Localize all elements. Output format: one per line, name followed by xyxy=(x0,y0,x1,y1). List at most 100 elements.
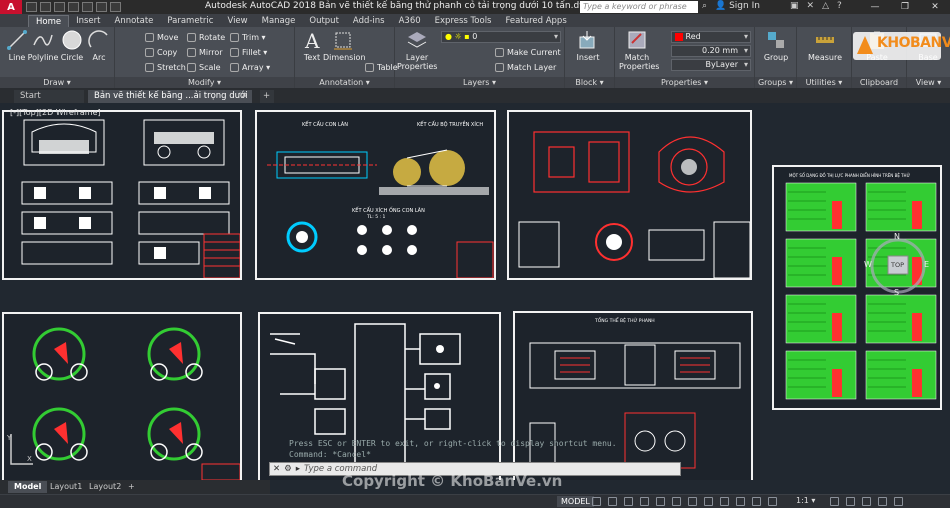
new-icon[interactable] xyxy=(26,2,37,12)
viewcube[interactable]: N S W E TOP xyxy=(864,232,930,298)
dimension-button[interactable]: Dimension xyxy=(323,29,366,62)
fillet-button[interactable]: Fillet ▾ xyxy=(230,46,267,58)
close-tab-icon[interactable]: ✕ xyxy=(241,90,248,103)
tab-add-layout[interactable]: + xyxy=(122,481,141,493)
save-icon[interactable] xyxy=(54,2,65,12)
drawing-sheet-2[interactable]: KẾT CẤU CON LĂN KẾT CẤU BỘ TRUYỀN XÍCH K… xyxy=(255,110,496,280)
make-current-button[interactable]: Make Current xyxy=(495,46,561,58)
array-button[interactable]: Array ▾ xyxy=(230,61,270,73)
cart-icon[interactable]: ▣ xyxy=(790,1,799,11)
search-input[interactable]: Type a keyword or phrase xyxy=(580,1,698,13)
tab-output[interactable]: Output xyxy=(302,15,346,27)
autocad-logo-button[interactable]: A xyxy=(0,0,22,14)
redo-icon[interactable] xyxy=(110,2,121,12)
transparency-icon[interactable] xyxy=(704,497,713,506)
measure-button[interactable]: Measure xyxy=(807,29,843,62)
sign-in-button[interactable]: 👤 Sign In xyxy=(715,1,760,11)
customize-icon[interactable] xyxy=(894,497,903,506)
wrench-icon[interactable]: ⚙ xyxy=(284,464,292,474)
modify-group-title[interactable]: Modify ▾ xyxy=(115,77,294,88)
isolate-icon[interactable] xyxy=(846,497,855,506)
annotation-scale-icon[interactable] xyxy=(768,497,777,506)
stretch-button[interactable]: Stretch xyxy=(145,61,186,73)
search-icon[interactable]: ⌕ xyxy=(702,1,707,11)
insert-button[interactable]: Insert xyxy=(573,29,603,62)
annotation-group-title[interactable]: Annotation ▾ xyxy=(295,77,394,88)
tab-model[interactable]: Model xyxy=(8,481,48,493)
tab-insert[interactable]: Insert xyxy=(69,15,107,27)
clipboard-group-title[interactable]: Clipboard xyxy=(852,77,906,88)
hardware-acceleration-icon[interactable] xyxy=(862,497,871,506)
block-group-title[interactable]: Block ▾ xyxy=(565,77,614,88)
annotation-visibility-icon[interactable] xyxy=(736,497,745,506)
color-dropdown[interactable]: Red xyxy=(671,31,751,43)
tab-home[interactable]: Home xyxy=(28,15,70,27)
selection-cycling-icon[interactable] xyxy=(720,497,729,506)
table-button[interactable]: Table xyxy=(365,61,398,73)
print-icon[interactable] xyxy=(82,2,93,12)
lineweight-icon[interactable] xyxy=(688,497,697,506)
tab-parametric[interactable]: Parametric xyxy=(160,15,220,27)
model-space-button[interactable]: MODEL xyxy=(557,496,594,507)
polar-icon[interactable] xyxy=(640,497,649,506)
close-command-icon[interactable]: ✕ xyxy=(273,464,280,474)
help-icon[interactable]: ? xyxy=(837,1,842,11)
tab-annotate[interactable]: Annotate xyxy=(108,15,161,27)
tab-a360[interactable]: A360 xyxy=(392,15,428,27)
match-properties-button[interactable]: Match Properties xyxy=(619,29,659,71)
tab-featured-apps[interactable]: Featured Apps xyxy=(499,15,574,27)
viewport-controls[interactable]: [-][Top][2D Wireframe] xyxy=(10,108,101,117)
polyline-button[interactable]: Polyline xyxy=(26,29,60,62)
tab-view[interactable]: View xyxy=(220,15,254,27)
match-layer-button[interactable]: Match Layer xyxy=(495,61,556,73)
annotation-scale[interactable]: 1:1 ▾ xyxy=(796,496,815,505)
viewcube-top-face[interactable]: TOP xyxy=(891,261,904,269)
drawing-sheet-1[interactable] xyxy=(2,110,242,280)
layer-dropdown[interactable]: ● ☼ ▪ 0 xyxy=(441,31,561,43)
trim-button[interactable]: Trim ▾ xyxy=(230,31,266,43)
tab-add-ins[interactable]: Add-ins xyxy=(346,15,392,27)
maximize-button[interactable]: ❐ xyxy=(890,0,920,14)
arc-button[interactable]: Arc xyxy=(84,29,114,62)
viewcube-east[interactable]: E xyxy=(924,260,929,269)
utilities-group-title[interactable]: Utilities ▾ xyxy=(797,77,851,88)
linetype-dropdown[interactable]: ByLayer xyxy=(671,59,751,71)
viewcube-south[interactable]: S xyxy=(894,288,899,297)
otrack-icon[interactable] xyxy=(672,497,681,506)
viewcube-west[interactable]: W xyxy=(864,260,872,269)
save-as-icon[interactable] xyxy=(68,2,79,12)
ortho-icon[interactable] xyxy=(624,497,633,506)
copy-button[interactable]: Copy xyxy=(145,46,177,58)
mirror-button[interactable]: Mirror xyxy=(187,46,223,58)
draw-group-title[interactable]: Draw ▾ xyxy=(0,77,114,88)
layer-properties-button[interactable]: Layer Properties xyxy=(397,29,437,71)
scale-button[interactable]: Scale xyxy=(187,61,221,73)
tab-express-tools[interactable]: Express Tools xyxy=(428,15,499,27)
connect-icon[interactable]: △ xyxy=(822,1,829,11)
group-button[interactable]: Group xyxy=(761,29,791,62)
tab-manage[interactable]: Manage xyxy=(255,15,303,27)
drawing-canvas[interactable]: KẾT CẤU CON LĂN KẾT CẤU BỘ TRUYỀN XÍCH K… xyxy=(0,103,950,480)
rotate-button[interactable]: Rotate xyxy=(187,31,225,43)
layers-group-title[interactable]: Layers ▾ xyxy=(395,77,564,88)
viewcube-north[interactable]: N xyxy=(894,232,900,241)
workspace-icon[interactable] xyxy=(752,497,761,506)
close-button[interactable]: ✕ xyxy=(920,0,950,14)
clean-screen-icon[interactable] xyxy=(878,497,887,506)
groups-group-title[interactable]: Groups ▾ xyxy=(755,77,796,88)
undo-icon[interactable] xyxy=(96,2,107,12)
grid-icon[interactable] xyxy=(592,497,601,506)
open-icon[interactable] xyxy=(40,2,51,12)
new-tab-button[interactable]: + xyxy=(260,90,274,103)
add-scale-icon[interactable] xyxy=(830,497,839,506)
properties-group-title[interactable]: Properties ▾ xyxy=(615,77,754,88)
move-button[interactable]: Move xyxy=(145,31,178,43)
minimize-button[interactable]: — xyxy=(860,0,890,14)
osnap-icon[interactable] xyxy=(656,497,665,506)
tab-layout1[interactable]: Layout1 xyxy=(44,481,88,493)
exchange-icon[interactable]: ✕ xyxy=(807,1,815,11)
drawing-sheet-3[interactable] xyxy=(507,110,752,280)
view-group-title[interactable]: View ▾ xyxy=(907,77,950,88)
tab-start[interactable]: Start xyxy=(14,90,84,103)
tab-drawing-file[interactable]: Bản vẽ thiết kế băng ...ải trọng dưới 10… xyxy=(88,90,252,114)
